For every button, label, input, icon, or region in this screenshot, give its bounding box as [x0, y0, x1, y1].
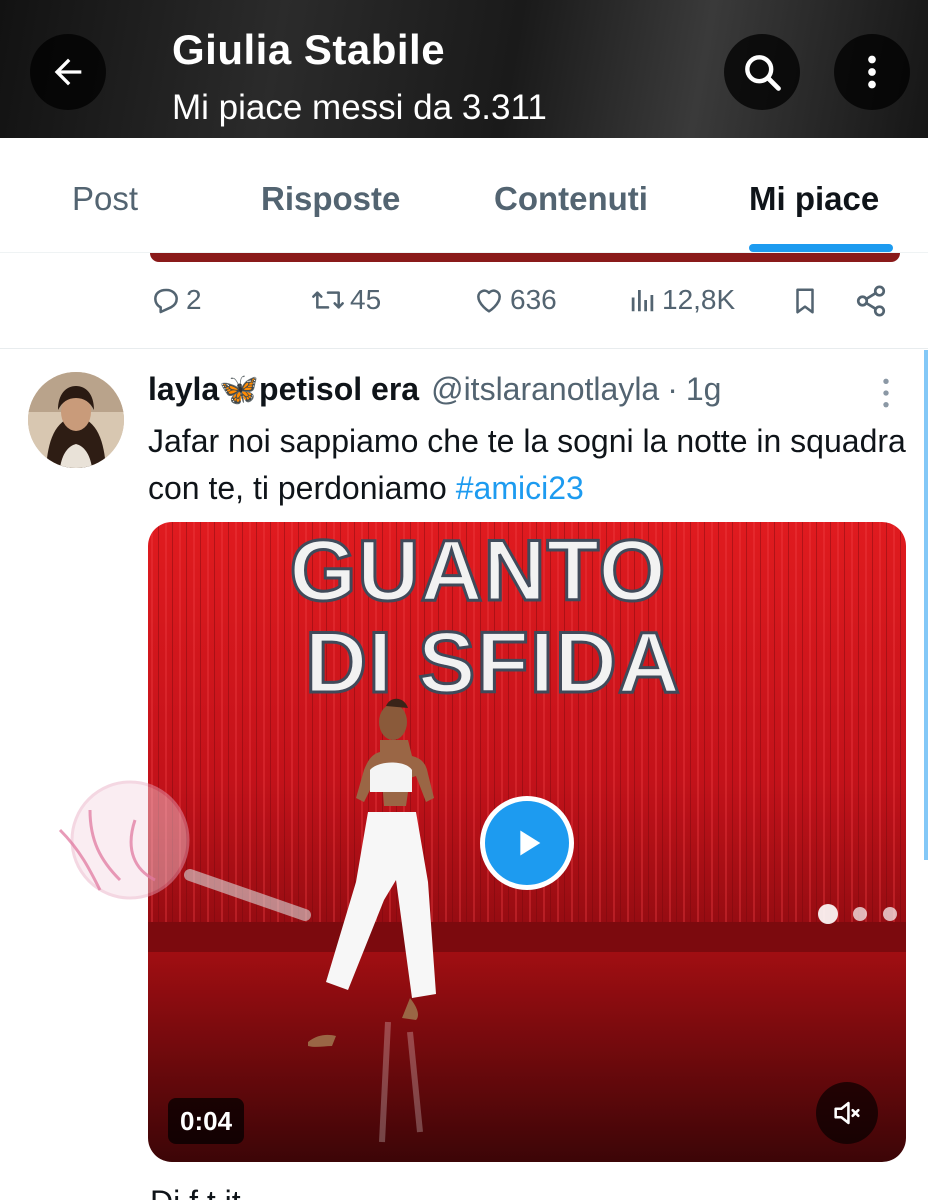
scroll-indicator: [924, 350, 928, 860]
video-duration: 0:04: [168, 1098, 245, 1144]
tab-mi-piace[interactable]: Mi piace: [749, 180, 879, 218]
share-icon: [856, 285, 886, 317]
views-bar-chart-icon: [631, 290, 654, 312]
previous-tweet-actions: 2 45 636 12,8K: [0, 270, 928, 342]
active-tab-indicator: [749, 244, 893, 252]
views-count: 12,8K: [662, 284, 736, 315]
next-tweet-text-fragment: Di f t it: [150, 1184, 241, 1200]
search-icon: [745, 55, 781, 91]
bookmark-icon: [796, 288, 814, 314]
hashtag-link[interactable]: #amici23: [456, 470, 584, 506]
likes-count-subtitle: Mi piace messi da 3.311: [172, 88, 547, 127]
share-button[interactable]: [854, 284, 888, 318]
reply-icon: [154, 288, 178, 314]
play-icon: [520, 830, 541, 856]
tweet-more-button[interactable]: [872, 376, 900, 415]
muted-speaker-icon: [834, 1101, 860, 1125]
tweet-time[interactable]: 1g: [686, 371, 722, 408]
arrow-left-icon: [54, 58, 82, 86]
play-button[interactable]: [480, 796, 574, 890]
like-count: 636: [510, 284, 557, 315]
video-overlay-title-1: GUANTO: [289, 523, 666, 619]
profile-header: Giulia Stabile Mi piace messi da 3.311: [0, 0, 928, 138]
user-portrait-image: [28, 372, 124, 468]
repost-icon: [312, 291, 344, 309]
author-display-name[interactable]: layla🦋petisol era: [148, 370, 419, 408]
tweet-text: Jafar noi sappiamo che te la sogni la no…: [148, 418, 908, 512]
repost-button[interactable]: 45: [310, 284, 381, 316]
watermark-logo: [58, 780, 311, 921]
tweet-divider: [0, 348, 928, 349]
mute-button[interactable]: [816, 1082, 878, 1144]
search-button[interactable]: [724, 34, 800, 110]
more-vertical-icon: [883, 378, 889, 408]
tab-contenuti[interactable]: Contenuti: [494, 180, 648, 218]
reply-count: 2: [186, 284, 202, 315]
previous-tweet-media[interactable]: [150, 253, 900, 262]
more-vertical-icon: [868, 55, 876, 89]
repost-count: 45: [350, 284, 382, 315]
bookmark-button[interactable]: [790, 284, 820, 318]
views-button[interactable]: 12,8K: [628, 284, 735, 316]
author-handle[interactable]: @itslaranotlayla: [431, 371, 659, 408]
tab-risposte[interactable]: Risposte: [261, 180, 400, 218]
heart-icon: [477, 289, 501, 313]
like-button[interactable]: 636: [472, 284, 557, 316]
back-button[interactable]: [30, 34, 106, 110]
profile-tabs: Post Risposte Contenuti Mi piace: [0, 138, 928, 253]
video-overlay-title-2: DI SFIDA: [305, 615, 681, 711]
tab-post[interactable]: Post: [72, 180, 138, 218]
profile-name: Giulia Stabile: [172, 26, 446, 73]
meta-separator: ·: [667, 370, 678, 407]
more-options-button[interactable]: [834, 34, 910, 110]
reply-button[interactable]: 2: [150, 284, 202, 316]
tweet-author-line[interactable]: layla🦋petisol era @itslaranotlayla · 1g: [148, 370, 721, 408]
avatar[interactable]: [28, 372, 124, 468]
